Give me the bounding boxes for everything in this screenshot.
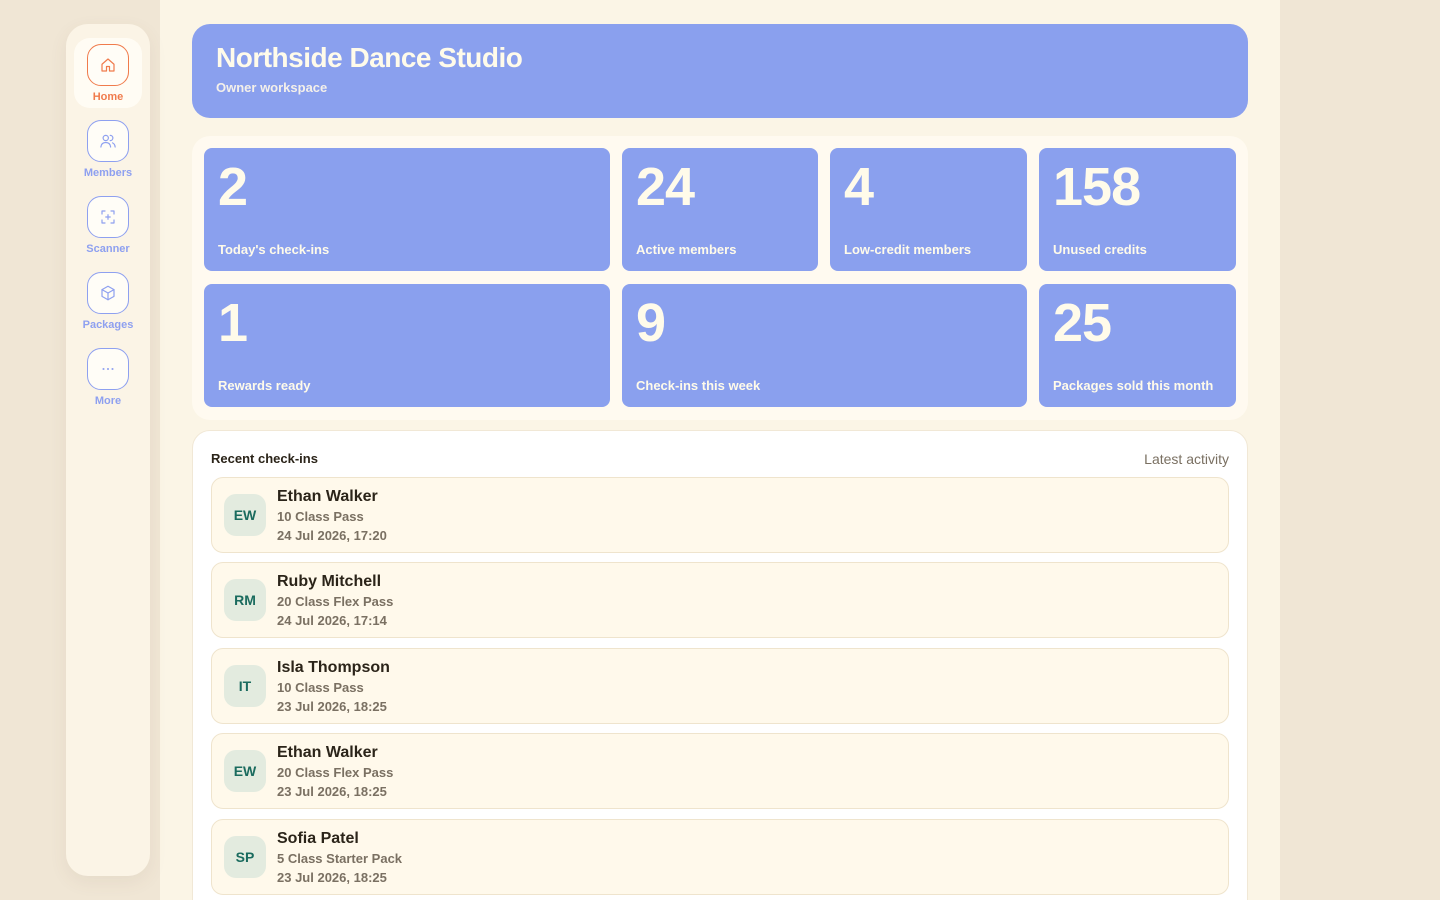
stat-label: Low-credit members <box>844 242 972 257</box>
stat-value: 158 <box>1053 157 1141 217</box>
section-title: Recent check-ins <box>211 451 318 466</box>
stat-label: Unused credits <box>1053 242 1147 257</box>
nav-label: Scanner <box>86 243 130 255</box>
page-title: Northside Dance Studio <box>216 42 523 73</box>
recent-checkins-panel: Recent check-ins Latest activity EW Etha… <box>192 430 1248 900</box>
nav-item-members[interactable]: Members <box>74 114 142 184</box>
stat-card-packages-sold[interactable]: 25 Packages sold this month <box>1039 284 1236 407</box>
nav-item-scanner[interactable]: Scanner <box>74 190 142 260</box>
section-meta: Latest activity <box>1144 451 1229 467</box>
stat-card-active-members[interactable]: 24 Active members <box>622 148 818 271</box>
pass-name: 20 Class Flex Pass <box>277 594 394 609</box>
member-name: Sofia Patel <box>277 830 359 847</box>
pass-name: 5 Class Starter Pack <box>277 851 403 866</box>
stat-label: Rewards ready <box>218 378 311 393</box>
ellipsis-icon <box>87 348 129 390</box>
box-icon <box>87 272 129 314</box>
sidebar: Home Members Scanner Packages More <box>66 24 150 876</box>
home-icon <box>87 44 129 86</box>
pass-name: 20 Class Flex Pass <box>277 765 394 780</box>
page-subtitle: Owner workspace <box>216 80 328 95</box>
stat-card-rewards-ready[interactable]: 1 Rewards ready <box>204 284 610 407</box>
avatar: EW <box>224 750 266 792</box>
users-icon <box>87 120 129 162</box>
checkin-time: 24 Jul 2026, 17:20 <box>277 528 387 543</box>
stat-card-todays-checkins[interactable]: 2 Today's check-ins <box>204 148 610 271</box>
member-name: Isla Thompson <box>277 659 390 676</box>
stat-value: 9 <box>636 293 666 353</box>
member-name: Ethan Walker <box>277 744 378 761</box>
nav-item-more[interactable]: More <box>74 342 142 412</box>
stats-panel: 2 Today's check-ins 24 Active members 4 … <box>192 136 1248 420</box>
stat-value: 25 <box>1053 293 1112 353</box>
scan-icon <box>87 196 129 238</box>
member-name: Ruby Mitchell <box>277 573 382 590</box>
checkin-time: 23 Jul 2026, 18:25 <box>277 784 387 799</box>
stat-value: 24 <box>636 157 695 217</box>
checkin-time: 24 Jul 2026, 17:14 <box>277 613 387 628</box>
stat-label: Check-ins this week <box>636 378 761 393</box>
nav-item-home[interactable]: Home <box>74 38 142 108</box>
pass-name: 10 Class Pass <box>277 680 364 695</box>
checkin-time: 23 Jul 2026, 18:25 <box>277 699 387 714</box>
stat-card-low-credit-members[interactable]: 4 Low-credit members <box>830 148 1027 271</box>
nav-label: Home <box>92 91 124 103</box>
stat-value: 1 <box>218 293 248 353</box>
stat-card-unused-credits[interactable]: 158 Unused credits <box>1039 148 1236 271</box>
stat-label: Today's check-ins <box>218 242 330 257</box>
checkin-row[interactable]: SP Sofia Patel 5 Class Starter Pack 23 J… <box>211 819 1229 895</box>
checkin-row[interactable]: EW Ethan Walker 20 Class Flex Pass 23 Ju… <box>211 733 1229 809</box>
nav-label: Members <box>83 167 133 179</box>
member-name: Ethan Walker <box>277 488 378 505</box>
stat-card-checkins-this-week[interactable]: 9 Check-ins this week <box>622 284 1027 407</box>
avatar: SP <box>224 836 266 878</box>
avatar: IT <box>224 665 266 707</box>
checkin-time: 23 Jul 2026, 18:25 <box>277 870 387 885</box>
pass-name: 10 Class Pass <box>277 509 364 524</box>
checkin-row[interactable]: RM Ruby Mitchell 20 Class Flex Pass 24 J… <box>211 562 1229 638</box>
stat-value: 4 <box>844 157 874 217</box>
avatar: RM <box>224 579 266 621</box>
stat-label: Active members <box>636 242 737 257</box>
nav-label: More <box>94 395 122 407</box>
stat-value: 2 <box>218 157 248 217</box>
checkin-row[interactable]: IT Isla Thompson 10 Class Pass 23 Jul 20… <box>211 648 1229 724</box>
nav-item-packages[interactable]: Packages <box>74 266 142 336</box>
stat-label: Packages sold this month <box>1053 378 1214 393</box>
nav-label: Packages <box>82 319 134 331</box>
page-header: Northside Dance Studio Owner workspace <box>192 24 1248 118</box>
avatar: EW <box>224 494 266 536</box>
checkin-row[interactable]: EW Ethan Walker 10 Class Pass 24 Jul 202… <box>211 477 1229 553</box>
